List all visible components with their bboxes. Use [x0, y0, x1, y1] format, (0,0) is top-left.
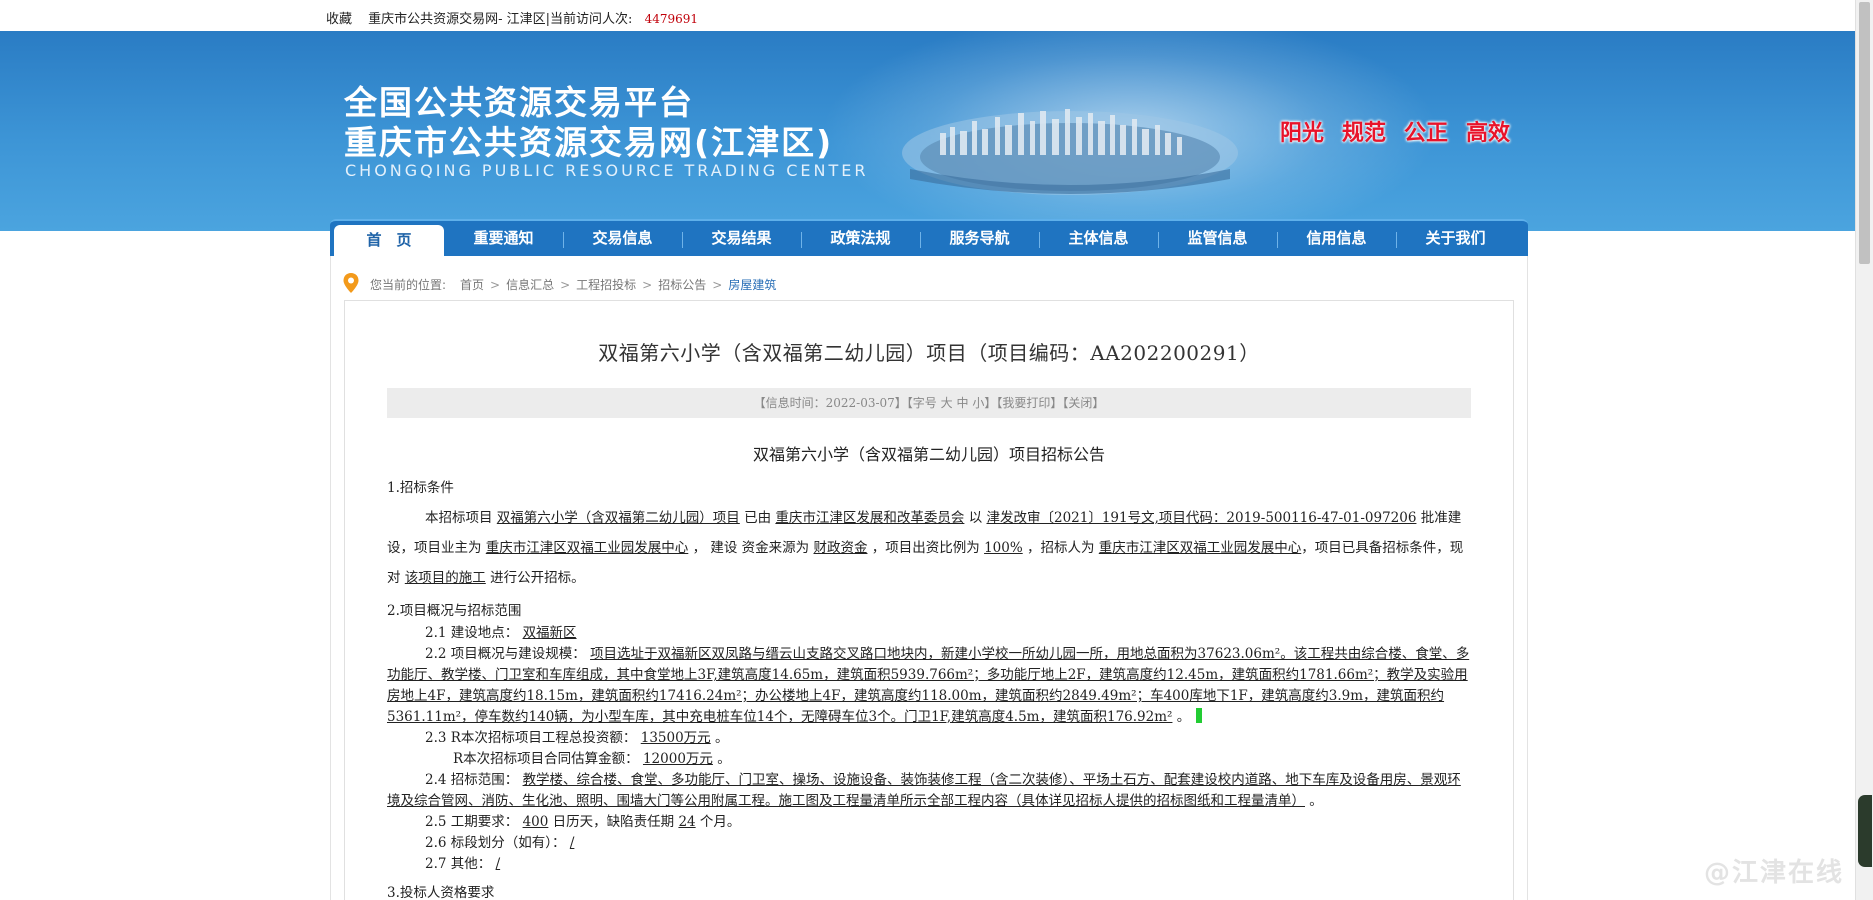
breadcrumb-home[interactable]: 首页	[460, 278, 484, 292]
breadcrumb-housing-construction[interactable]: 房屋建筑	[728, 278, 776, 292]
print-button[interactable]: 】【我要打印】	[984, 396, 1062, 410]
watermark-text: @江津在线	[1704, 858, 1845, 888]
breadcrumb-info-summary[interactable]: 信息汇总	[506, 278, 554, 292]
visit-count: 4479691	[644, 12, 699, 26]
site-header-banner: 全国公共资源交易平台 重庆市公共资源交易网(江津区) CHONGQING PUB…	[0, 31, 1855, 231]
breadcrumb-label: 您当前的位置:	[370, 278, 447, 292]
article-title: 双福第六小学（含双福第二幼儿园）项目（项目编码：AA202200291）	[598, 341, 1260, 365]
publish-time: 【信息时间：2022-03-07】【字号	[753, 396, 937, 410]
nav-supervision[interactable]: 监管信息	[1158, 221, 1277, 256]
breadcrumb-tender-notice[interactable]: 招标公告	[658, 278, 706, 292]
nav-policies[interactable]: 政策法规	[801, 221, 920, 256]
nav-entity-info[interactable]: 主体信息	[1039, 221, 1158, 256]
font-size-large-button[interactable]: 大	[941, 396, 953, 410]
slogan-1: 阳光	[1280, 121, 1325, 146]
font-size-medium-button[interactable]: 中	[956, 396, 968, 410]
article-meta-bar: 【信息时间：2022-03-07】【字号 大 中 小】【我要打印】【关闭】	[387, 388, 1471, 418]
close-button[interactable]: 【关闭】	[1062, 396, 1104, 410]
site-title-english: CHONGQING PUBLIC RESOURCE TRADING CENTER	[345, 161, 869, 180]
item-2-4: 2.4 招标范围： 教学楼、综合楼、食堂、多功能厅、门卫室、操场、设施设备、装饰…	[387, 772, 1461, 809]
font-size-small-button[interactable]: 小	[972, 396, 984, 410]
article-container: 双福第六小学（含双福第二幼儿园）项目（项目编码：AA202200291） 【信息…	[344, 300, 1514, 900]
nav-about-us[interactable]: 关于我们	[1396, 221, 1515, 256]
item-2-6: 2.6 标段划分（如有）： /	[425, 835, 575, 851]
slogan-3: 公正	[1404, 121, 1449, 146]
scrollbar-thumb[interactable]	[1859, 2, 1870, 264]
location-pin-icon	[343, 273, 359, 293]
section-2-title: 2.项目概况与招标范围	[387, 603, 522, 619]
nav-trade-info[interactable]: 交易信息	[563, 221, 682, 256]
item-2-3: 2.3 R本次招标项目工程总投资额： 13500万元 。	[425, 730, 729, 746]
slogan-2: 规范	[1342, 121, 1387, 146]
nav-notices[interactable]: 重要通知	[444, 221, 563, 256]
item-2-3-contract: R本次招标项目合同估算金额： 12000万元 。	[453, 751, 731, 767]
section-1-body: 本招标项目 双福第六小学（含双福第二幼儿园）项目 已由 重庆市江津区发展和改革委…	[387, 510, 1464, 586]
section-1-title: 1.招标条件	[387, 480, 454, 496]
item-2-1: 2.1 建设地点： 双福新区	[425, 625, 577, 641]
site-info-text: 重庆市公共资源交易网- 江津区|当前访问人次:	[368, 12, 633, 27]
text-cursor-marker	[1196, 708, 1203, 723]
site-title: 重庆市公共资源交易网(江津区)	[344, 123, 834, 162]
item-2-7: 2.7 其他： /	[425, 856, 501, 872]
section-3-title: 3.投标人资格要求	[387, 885, 495, 900]
nav-service-guide[interactable]: 服务导航	[920, 221, 1039, 256]
favorite-link[interactable]: 收藏	[326, 12, 352, 27]
main-nav: 首 页 重要通知 交易信息 交易结果 政策法规 服务导航 主体信息 监管信息 信…	[330, 219, 1528, 258]
breadcrumb-engineering-bidding[interactable]: 工程招投标	[576, 278, 636, 292]
item-2-2: 2.2 项目概况与建设规模： 项目选址于双福新区双凤路与缙云山支路交叉路口地块内…	[387, 646, 1470, 725]
item-2-5: 2.5 工期要求： 400 日历天，缺陷责任期 24 个月。	[425, 814, 741, 830]
nav-home[interactable]: 首 页	[334, 225, 444, 258]
side-float-widget[interactable]	[1858, 795, 1872, 867]
page-scrollbar[interactable]	[1855, 0, 1873, 900]
slogan-4: 高效	[1466, 121, 1511, 146]
top-info-bar: 收藏 重庆市公共资源交易网- 江津区|当前访问人次: 4479691	[0, 0, 1855, 31]
nav-credit[interactable]: 信用信息	[1277, 221, 1396, 256]
slogan-group: 阳光 规范 公正 高效	[1280, 115, 1528, 147]
announcement-title: 双福第六小学（含双福第二幼儿园）项目招标公告	[752, 445, 1105, 464]
nav-trade-results[interactable]: 交易结果	[682, 221, 801, 256]
announcement-body: 双福第六小学（含双福第二幼儿园）项目招标公告 1.招标条件 本招标项目 双福第六…	[387, 441, 1471, 900]
city-skyline-image	[902, 109, 1238, 195]
